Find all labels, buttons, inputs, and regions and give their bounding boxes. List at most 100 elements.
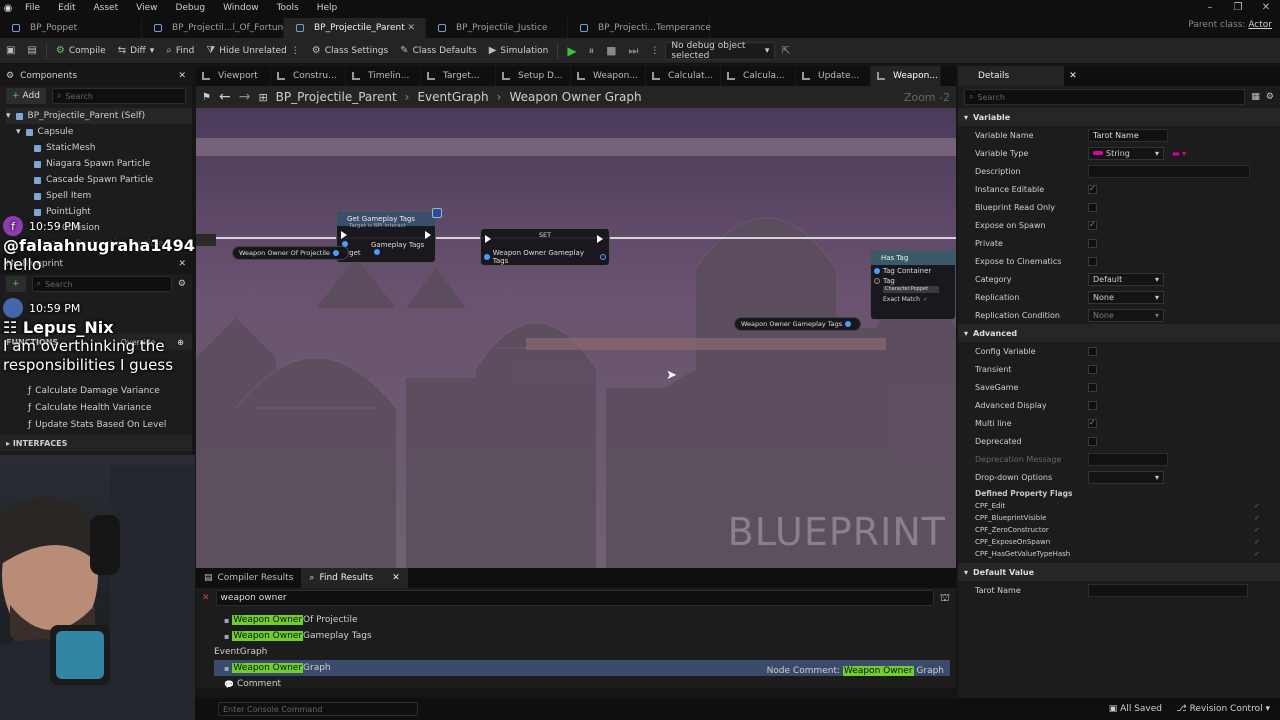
tab-target[interactable]: Target... — [421, 66, 496, 86]
find-result-row[interactable]: EventGraph — [214, 644, 950, 660]
tree-item-spell[interactable]: Spell Item — [6, 188, 192, 204]
menu-file[interactable]: File — [16, 3, 49, 13]
components-search[interactable]: ⌕ Search — [51, 88, 186, 104]
tag-value[interactable]: Character.Poppet — [883, 286, 939, 293]
exec-out-pin[interactable] — [425, 231, 431, 239]
exec-in-pin[interactable] — [341, 231, 347, 239]
tree-item-capsule[interactable]: ▾ Capsule — [6, 124, 192, 140]
tag-container-pin[interactable] — [874, 267, 880, 274]
close-panel-icon[interactable]: ✕ — [1069, 71, 1077, 81]
variable-type-select[interactable]: String ▾ — [1088, 146, 1164, 160]
tag-pin[interactable] — [874, 278, 880, 284]
checkbox[interactable] — [1088, 202, 1097, 212]
select[interactable]: Default ▾ — [1088, 272, 1164, 286]
hide-unrelated-button[interactable]: ⧩ Hide Unrelated ⋮ — [200, 41, 305, 61]
checkbox[interactable] — [1088, 238, 1097, 248]
details-search[interactable]: ⌕ Search — [964, 89, 1246, 105]
table-view-icon[interactable]: ▦ — [1251, 92, 1260, 102]
tab-setup[interactable]: Setup D... — [496, 66, 571, 86]
tab-update[interactable]: Update... — [796, 66, 871, 86]
select[interactable]: None ▾ — [1088, 308, 1164, 322]
menu-help[interactable]: Help — [308, 3, 347, 13]
stop-button[interactable]: ■ — [600, 41, 622, 61]
tab-construction[interactable]: Constru... — [271, 66, 346, 86]
add-component-button[interactable]: + Add — [6, 88, 46, 104]
back-arrow-icon[interactable]: ← — [219, 89, 231, 105]
class-settings-button[interactable]: ⚙ Class Settings — [306, 41, 394, 61]
tab-calculate-2[interactable]: Calcula... — [721, 66, 796, 86]
browse-button[interactable]: ▤ — [21, 41, 42, 61]
clear-icon[interactable]: ✕ — [202, 593, 210, 603]
find-result-row[interactable]: 💬 Comment — [214, 676, 950, 692]
parent-class-link[interactable]: Actor — [1248, 20, 1272, 30]
restore-icon[interactable]: ❐ — [1224, 0, 1252, 16]
text-input[interactable]: Tarot Name — [1088, 128, 1168, 142]
menu-tools[interactable]: Tools — [268, 3, 308, 13]
step-button[interactable]: ⏭ — [622, 41, 644, 61]
menu-debug[interactable]: Debug — [166, 3, 214, 13]
breadcrumb-eventgraph[interactable]: EventGraph — [417, 90, 488, 104]
graph-canvas[interactable]: ⚑ ← → ⊞ BP_Projectile_Parent › EventGrap… — [196, 86, 956, 568]
diff-button[interactable]: ⇆ Diff ▾ — [112, 41, 161, 61]
breadcrumb-root[interactable]: BP_Projectile_Parent — [276, 90, 397, 104]
checkbox[interactable] — [1088, 400, 1097, 410]
compile-button[interactable]: ⚙ Compile — [50, 41, 112, 61]
function-item[interactable]: ƒ Calculate Health Variance — [0, 399, 192, 416]
weapon-owner-tags-variable-node[interactable]: Weapon Owner Gameplay Tags — [734, 317, 862, 331]
find-button[interactable]: ⌕ Find — [160, 41, 200, 61]
menu-asset[interactable]: Asset — [85, 3, 128, 13]
close-tab-icon[interactable]: ✕ — [392, 573, 400, 583]
checkbox[interactable] — [1088, 382, 1097, 392]
container-type-select[interactable]: ▬ ▾ — [1172, 149, 1186, 158]
find-result-row[interactable]: ▪ Weapon Owner Gameplay Tags — [214, 628, 950, 644]
close-panel-icon[interactable]: ✕ — [178, 71, 186, 81]
pause-button[interactable]: ⏸ — [583, 41, 601, 61]
doc-tab-poppet[interactable]: BP_Poppet — [0, 18, 142, 38]
details-tab[interactable]: Details ✕ — [958, 66, 1077, 86]
settings-icon[interactable]: ⚙ — [1266, 92, 1274, 102]
set-node[interactable]: SET Weapon Owner Gameplay Tags — [480, 228, 610, 266]
function-item[interactable]: ƒ Calculate Damage Variance — [0, 382, 192, 399]
has-tag-node[interactable]: Has Tag Tag Container Tag Character.Popp… — [870, 250, 956, 320]
save-button[interactable]: ▣ — [0, 41, 21, 61]
doc-tab-justice[interactable]: BP_Projectile_Justice — [426, 18, 568, 38]
minimize-icon[interactable]: – — [1196, 0, 1224, 16]
default-value-input[interactable] — [1088, 583, 1248, 597]
weapon-owner-variable-node[interactable]: Weapon Owner Of Projectile — [232, 246, 349, 260]
my-blueprint-search[interactable]: ⌕ Search — [31, 276, 172, 292]
play-button[interactable]: ▶ — [561, 41, 582, 61]
checkbox[interactable] — [1088, 346, 1097, 356]
default-value-section[interactable]: ▾ Default Value — [958, 563, 1280, 581]
output-pin[interactable] — [600, 254, 606, 260]
menu-window[interactable]: Window — [214, 3, 268, 13]
find-global-icon[interactable]: ⛫ — [940, 591, 950, 606]
tree-item-cascade[interactable]: Cascade Spawn Particle — [6, 172, 192, 188]
function-item[interactable]: ƒ Update Stats Based On Level — [0, 416, 192, 433]
get-gameplay-tags-node[interactable]: Get Gameplay Tags Target is BPI Interact… — [336, 211, 436, 263]
forward-arrow-icon[interactable]: → — [239, 89, 251, 105]
offscreen-node[interactable] — [196, 234, 216, 246]
console-input[interactable]: Enter Console Command — [218, 702, 418, 716]
text-input[interactable] — [1088, 452, 1168, 466]
menu-edit[interactable]: Edit — [49, 3, 84, 13]
add-member-button[interactable]: + — [6, 276, 26, 292]
checkbox[interactable] — [1088, 436, 1097, 446]
check-icon[interactable]: ✓ — [923, 296, 928, 303]
tab-calculate-1[interactable]: Calculat... — [646, 66, 721, 86]
doc-tab-temperance[interactable]: BP_Projecti...Temperance — [568, 18, 711, 38]
tab-weapon-owner[interactable]: Weapon...✕ — [871, 66, 941, 86]
more-icon[interactable]: ⋮ — [291, 46, 300, 56]
unreal-logo-icon[interactable]: ◉ — [0, 0, 16, 16]
find-input[interactable]: weapon owner — [215, 590, 934, 606]
output-pin[interactable] — [845, 321, 852, 327]
exec-out-pin[interactable] — [597, 235, 603, 243]
text-input[interactable] — [1088, 164, 1250, 178]
menu-view[interactable]: View — [127, 3, 166, 13]
save-status[interactable]: ▣ All Saved — [1109, 704, 1162, 714]
doc-tab-parent[interactable]: BP_Projectile_Parent ✕ — [284, 18, 426, 38]
tab-weapon[interactable]: Weapon... — [571, 66, 646, 86]
class-defaults-button[interactable]: ✎ Class Defaults — [394, 41, 483, 61]
play-options-button[interactable]: ⋮ — [644, 41, 665, 61]
select[interactable]: ▾ — [1088, 470, 1164, 484]
simulation-button[interactable]: ▶ Simulation — [483, 41, 555, 61]
